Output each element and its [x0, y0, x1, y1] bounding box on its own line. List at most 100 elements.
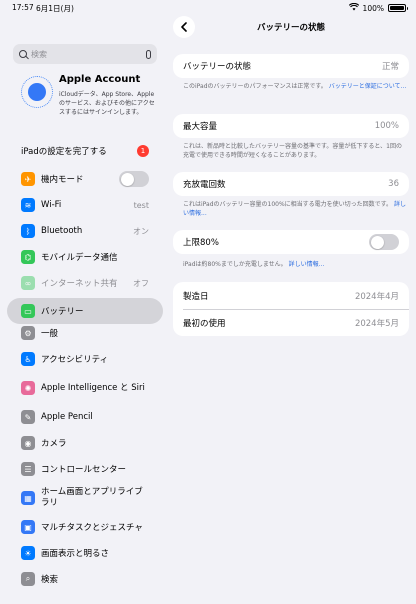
status-time: 17:57 [12, 3, 34, 12]
sidebar-item-siri[interactable]: ✺ Apple Intelligence と Siri [13, 372, 157, 404]
microphone-icon[interactable] [146, 49, 151, 59]
toggle-knob [120, 172, 134, 186]
sidebar-item-label: コントロールセンター [41, 465, 127, 475]
capacity-value: 100% [374, 121, 399, 131]
battery-state-label: バッテリーの状態 [183, 62, 252, 72]
capacity-row: 最大容量 100% [173, 114, 409, 138]
cellular-icon: ⌬ [21, 250, 35, 264]
sidebar-item-wallpaper[interactable]: ❀壁紙 [13, 592, 157, 596]
sidebar-item-label: カメラ [41, 439, 67, 449]
sidebar-item-label: 一般 [41, 329, 59, 339]
sidebar-item-label: Apple Intelligence と Siri [41, 382, 145, 393]
battery-state-note-text: このiPadのバッテリーのパフォーマンスは正常です。 [183, 83, 327, 90]
charge-limit-toggle[interactable] [369, 234, 399, 250]
sidebar-item-label: 検索 [41, 575, 59, 585]
charge-limit-row: 上限80% [173, 230, 409, 254]
pencil-icon: ✎ [21, 410, 35, 424]
battery-status-icon [388, 4, 408, 12]
accessibility-icon: ♿ [21, 352, 35, 366]
sidebar-item-wifi[interactable]: ≋ Wi-Fi test [13, 192, 157, 218]
sidebar-item-value: オフ [133, 278, 149, 288]
warranty-link[interactable]: バッテリーと保証について... [329, 83, 407, 90]
battery-state-note: このiPadのバッテリーのパフォーマンスは正常です。 バッテリーと保証について.… [183, 82, 407, 91]
battery-state-card: バッテリーの状態 正常 [173, 54, 409, 78]
battery-level [390, 6, 404, 10]
sidebar-item-value: オン [133, 226, 149, 236]
sidebar-item-multitasking[interactable]: ▣ マルチタスクとジェスチャ [13, 514, 157, 540]
charge-limit-note: iPadは約80%までしか充電しません。 詳しい情報... [183, 260, 407, 269]
search-icon [19, 50, 27, 58]
wifi-status-icon [348, 2, 359, 13]
sidebar-item-control-center[interactable]: ☰ コントロールセンター [13, 456, 157, 482]
notification-badge: 1 [137, 145, 149, 157]
sidebar-item-label: Bluetooth [41, 226, 83, 236]
sidebar-item-cellular[interactable]: ⌬ モバイルデータ通信 [13, 244, 157, 270]
sidebar-item-camera[interactable]: ◉ カメラ [13, 430, 157, 456]
cycle-count-value: 36 [388, 179, 399, 189]
wifi-icon: ≋ [21, 198, 35, 212]
sidebar-item-accessibility[interactable]: ♿ アクセシビリティ [13, 346, 157, 372]
search-placeholder: 検索 [31, 49, 47, 59]
cycle-count-note-text: これはiPadのバッテリー容量の100%に相当する電力を使い切った回数です。 [183, 201, 393, 208]
sidebar-item-home-screen[interactable]: ▦ ホーム画面とアプリライブラリ [13, 482, 157, 514]
connectivity-group: ✈ 機内モード ≋ Wi-Fi test ᛒ Bluetooth オン ⌬ モバイルデータ通信 ∞ イ… [7, 166, 163, 324]
battery-info-label: 最初の使用 [183, 318, 226, 329]
sidebar-item-hotspot[interactable]: ∞ インターネット共有 オフ [13, 270, 157, 296]
account-avatar [21, 76, 53, 108]
sidebar-item-pencil[interactable]: ✎ Apple Pencil [13, 404, 157, 430]
sidebar-item-label: アクセシビリティ [41, 355, 109, 365]
battery-percent: 100% [362, 3, 384, 13]
hotspot-icon: ∞ [21, 276, 35, 290]
battery-icon: ▭ [21, 304, 35, 318]
cycle-count-row: 充放電回数 36 [173, 172, 409, 196]
apple-account-row[interactable]: Apple Account iCloudデータ、App Store、Appleの… [13, 70, 157, 122]
battery-state-value: 正常 [381, 62, 399, 72]
charge-limit-card: 上限80% [173, 230, 409, 254]
charge-limit-info-link[interactable]: 詳しい情報... [289, 261, 325, 268]
search-field[interactable]: 検索 [13, 44, 157, 64]
cycle-count-card: 充放電回数 36 [173, 172, 409, 196]
status-bar: 17:57 6月1日(月) 100% [0, 0, 416, 16]
account-description: iCloudデータ、App Store、Appleのサービス、およびその他にアク… [59, 91, 155, 116]
capacity-card: 最大容量 100% [173, 114, 409, 138]
control-center-icon: ☰ [21, 462, 35, 476]
sidebar-item-search[interactable]: ⌕ 検索 [13, 566, 157, 592]
sidebar-item-label: バッテリー [41, 307, 84, 317]
siri-icon: ✺ [21, 381, 35, 395]
sidebar-item-label: 機内モード [41, 175, 84, 185]
sidebar-item-label: インターネット共有 [41, 279, 118, 289]
sidebar-item-label: 画面表示と明るさ [41, 549, 110, 559]
apple-logo-icon [28, 83, 46, 101]
airplane-icon: ✈ [21, 172, 35, 186]
battery-info-card: 製造日 2024年4月最初の使用 2024年5月 [173, 282, 409, 336]
sidebar: 検索 Apple Account iCloudデータ、App Store、App… [5, 16, 165, 596]
battery-info-value: 2024年5月 [354, 318, 399, 329]
capacity-label: 最大容量 [183, 122, 218, 132]
battery-info-value: 2024年4月 [354, 291, 399, 302]
sidebar-item-label: ホーム画面とアプリライブラリ [41, 487, 143, 508]
cycle-count-label: 充放電回数 [183, 180, 226, 190]
home-screen-icon: ▦ [21, 491, 35, 505]
camera-icon: ◉ [21, 436, 35, 450]
toggle-knob [370, 235, 384, 249]
sidebar-item-bluetooth[interactable]: ᛒ Bluetooth オン [13, 218, 157, 244]
charge-limit-label: 上限80% [183, 238, 219, 248]
settings-group: ⚙ 一般 ♿ アクセシビリティ ✺ Apple Intelligence と Siri ✎ A… [13, 320, 157, 596]
sidebar-item-gear[interactable]: ⚙ 一般 [13, 320, 157, 346]
charge-limit-note-text: iPadは約80%までしか充電しません。 [183, 261, 287, 268]
status-date: 6月1日(月) [36, 4, 74, 13]
airplane-mode-toggle[interactable] [119, 171, 149, 187]
battery-info-row: 製造日 2024年4月 [173, 282, 409, 309]
bluetooth-icon: ᛒ [21, 224, 35, 238]
sidebar-item-brightness[interactable]: ☀ 画面表示と明るさ [13, 540, 157, 566]
account-title: Apple Account [59, 74, 141, 85]
battery-info-row: 最初の使用 2024年5月 [173, 309, 409, 336]
sidebar-item-airplane[interactable]: ✈ 機内モード [13, 166, 157, 192]
sidebar-item-label: Apple Pencil [41, 412, 93, 422]
finish-setup-row[interactable]: iPadの設定を完了する 1 [13, 140, 157, 162]
sidebar-item-value: test [133, 200, 149, 210]
battery-info-label: 製造日 [183, 291, 209, 302]
battery-health-pane: バッテリーの状態 バッテリーの状態 正常 このiPadのバッテリーのパフォーマン… [171, 16, 411, 596]
sidebar-item-label: Wi-Fi [41, 200, 62, 210]
status-right: 100% [348, 2, 408, 13]
